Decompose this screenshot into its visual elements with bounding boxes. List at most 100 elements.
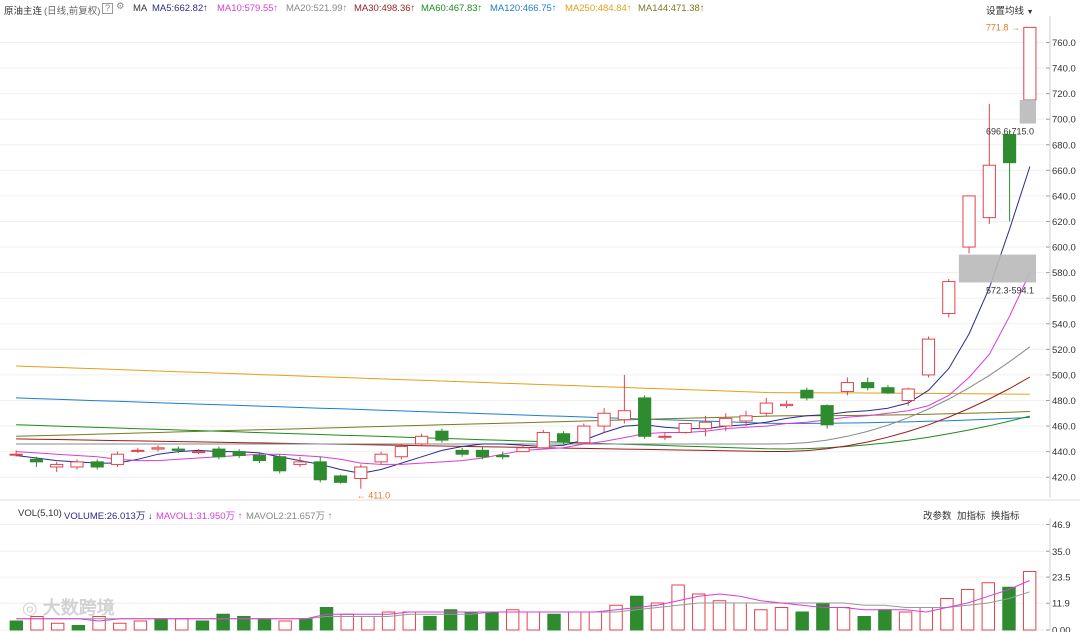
y-tick-label: 760.0 — [1052, 38, 1076, 49]
y-tick-label: 500.0 — [1052, 370, 1076, 381]
volume-bar — [774, 607, 789, 631]
y-tick-label: 560.0 — [1052, 294, 1076, 305]
price-zone — [958, 254, 1036, 283]
candle-body — [475, 449, 490, 458]
candle-body — [9, 453, 23, 456]
volume-bar — [485, 611, 499, 631]
volume-bar — [960, 589, 975, 631]
candle-body — [131, 449, 145, 452]
candle-body — [1023, 26, 1037, 101]
candle-body — [658, 435, 672, 438]
candle-body — [942, 281, 956, 315]
y-tick-label: 460.0 — [1052, 422, 1076, 433]
candle-body — [29, 458, 43, 463]
volume-bar — [71, 625, 86, 631]
volume-bar — [898, 611, 913, 631]
vol-tick-label: 11.9 — [1052, 599, 1070, 610]
y-tick-label: 420.0 — [1052, 473, 1076, 484]
volume-bar — [547, 613, 561, 631]
candle-body — [820, 405, 834, 426]
volume-bar — [299, 618, 313, 631]
edit-params-button[interactable]: 改参数 — [923, 508, 952, 522]
candle-body — [273, 456, 287, 472]
volume-bar — [981, 582, 996, 631]
candle-body — [50, 463, 64, 468]
volume-bar — [361, 616, 375, 631]
switch-indicator-button[interactable]: 换指标 — [991, 508, 1020, 522]
candle-body — [70, 461, 84, 468]
candle-body — [597, 412, 611, 427]
vol-tick-label: 46.9 — [1052, 520, 1071, 531]
volume-bar — [278, 620, 292, 631]
candle-body — [800, 389, 814, 399]
y-tick-label: 540.0 — [1052, 319, 1076, 330]
candle-body — [577, 425, 591, 444]
vol-tick-label: 23.5 — [1052, 573, 1071, 584]
mavol2-value: MAVOL2:21.657万 ↑ — [246, 511, 333, 522]
vol-tick-label: 0.00 — [1052, 626, 1071, 632]
volume-bar — [692, 593, 706, 631]
volume-bar — [1002, 586, 1016, 631]
volume-bar — [857, 616, 871, 631]
candle-body — [435, 430, 449, 441]
candle-body — [719, 417, 733, 427]
zone-upper-label: 696.6-715.0 — [986, 127, 1034, 137]
candle-body — [759, 402, 773, 414]
volume-bar — [133, 620, 148, 631]
volume-bar — [630, 595, 644, 631]
volume-bar — [836, 607, 851, 631]
volume-bar — [567, 611, 582, 631]
volume-bar — [526, 611, 541, 631]
y-tick-label: 640.0 — [1052, 191, 1076, 202]
volume-bar — [9, 620, 24, 631]
zone-lower-label: 572.3-594.1 — [986, 285, 1034, 295]
candle-body — [192, 451, 206, 454]
volume-bar — [754, 609, 768, 631]
vol-tick-label: 35.0 — [1052, 547, 1071, 558]
volume-bar — [154, 618, 168, 631]
candle-body — [171, 448, 185, 451]
low-label: ← 411.0 — [357, 491, 390, 501]
volume-bar — [113, 622, 127, 631]
volume-header: VOL(5,10) VOLUME:26.013万 ↓ MAVOL1:31.950… — [0, 505, 1080, 522]
volume-bar — [216, 613, 230, 631]
candle-body — [232, 451, 246, 456]
volume-bar — [257, 618, 272, 631]
candle-body — [881, 387, 895, 394]
volume-bar — [940, 598, 954, 631]
candle-body — [374, 453, 388, 463]
y-tick-label: 440.0 — [1052, 447, 1076, 458]
mavol1-value: MAVOL1:31.950万 ↑ — [156, 511, 243, 522]
ma120-line — [16, 397, 1030, 425]
add-indicator-button[interactable]: 加指标 — [957, 508, 986, 522]
volume-bar — [175, 618, 189, 631]
ma5-line — [16, 166, 1031, 474]
candle-body — [982, 164, 996, 219]
candle-body — [698, 421, 713, 430]
y-tick-label: 600.0 — [1052, 243, 1076, 254]
volume-bar — [50, 622, 65, 631]
candle-body — [333, 475, 348, 483]
candle-body — [293, 461, 307, 465]
candle-body — [556, 433, 571, 442]
volume-bar — [588, 611, 603, 631]
volume-bar — [1022, 571, 1037, 631]
kline-chart[interactable]: 420.0 440.0 460.0 480.0 500.0 520.0 540.0 560.0… — [0, 0, 1080, 632]
candle-body — [415, 435, 429, 445]
candle-body — [90, 461, 104, 468]
y-tick-label: 660.0 — [1052, 166, 1076, 177]
ma250-line — [16, 365, 1030, 395]
volume-bar — [443, 609, 458, 631]
candle-body — [617, 410, 631, 421]
volume-bar — [878, 609, 892, 631]
volume-bar — [423, 616, 437, 631]
candle-body — [962, 195, 976, 248]
mavol2-line — [16, 591, 1030, 620]
vol-label: VOL(5,10) — [18, 508, 62, 519]
candle-body — [840, 382, 854, 393]
y-tick-label: 740.0 — [1052, 64, 1076, 75]
y-tick-label: 480.0 — [1052, 396, 1076, 407]
mavol1-line — [16, 580, 1030, 622]
candle-body — [739, 415, 753, 422]
y-tick-label: 520.0 — [1052, 345, 1076, 356]
